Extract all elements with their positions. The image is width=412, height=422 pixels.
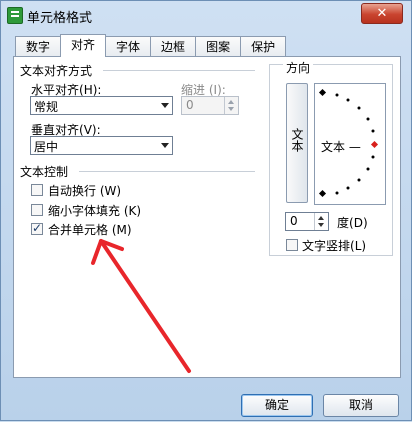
tab-alignment[interactable]: 对齐: [60, 34, 107, 57]
cancel-button[interactable]: 取消: [323, 394, 399, 417]
ok-button[interactable]: 确定: [241, 394, 313, 417]
format-cells-dialog: 单元格格式 ✕ 数字 对齐 字体 边框 图案 保护 文本对齐方式 水平对齐(H)…: [0, 0, 412, 421]
annotation-arrow: [91, 239, 191, 373]
